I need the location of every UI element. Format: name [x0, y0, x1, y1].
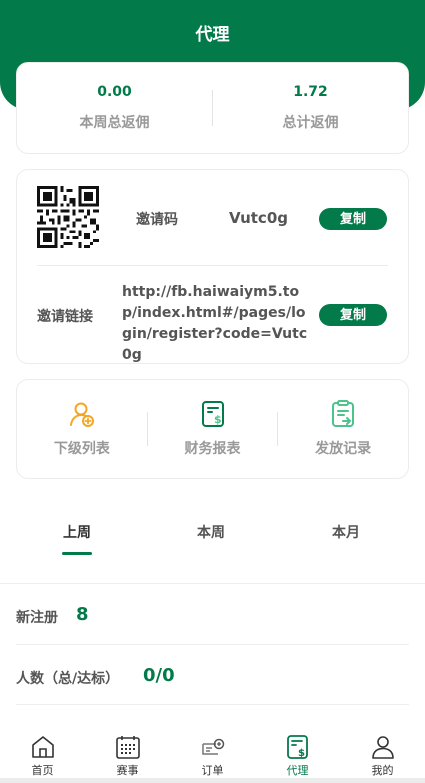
- menu-item-payout-records[interactable]: 发放记录: [278, 400, 408, 458]
- nav-label: 首页: [31, 764, 54, 777]
- user-add-icon: [69, 402, 94, 427]
- tab-label: 上周: [63, 525, 91, 541]
- invite-card: 邀请码 Vutc0g 复制 邀请链接 http://fb.haiwaiym5.t…: [16, 169, 409, 364]
- menu-item-subordinates[interactable]: 下级列表: [17, 400, 147, 458]
- divider: [0, 583, 425, 584]
- total-commission-label: 总计返佣: [282, 115, 339, 131]
- people-count-value: 0/0: [143, 665, 175, 686]
- svg-text:$: $: [298, 748, 305, 759]
- payout-record-icon: [332, 400, 355, 427]
- home-indicator: [0, 778, 425, 783]
- divider: [16, 644, 409, 645]
- order-icon: [201, 738, 224, 755]
- tab-last-week[interactable]: 上周: [47, 522, 107, 555]
- nav-item-mine[interactable]: 我的: [340, 724, 425, 783]
- nav-label: 订单: [201, 764, 224, 777]
- divider: [16, 704, 409, 705]
- menu-label: 下级列表: [53, 441, 110, 457]
- tab-label: 本月: [332, 525, 360, 541]
- active-tab-indicator: [62, 552, 92, 555]
- people-count-label: 人数（总/达标）: [16, 671, 120, 687]
- nav-item-orders[interactable]: 订单: [170, 724, 255, 783]
- nav-label: 代理: [286, 764, 309, 777]
- svg-text:$: $: [214, 413, 222, 426]
- tab-label: 本周: [197, 525, 225, 541]
- user-icon: [371, 736, 394, 759]
- nav-item-agent[interactable]: $ 代理: [255, 724, 340, 783]
- quick-menu-card: 下级列表 $ 财务报表 发放记录: [16, 379, 409, 479]
- finance-report-icon: $: [201, 401, 224, 427]
- weekly-commission-value: 0.00: [97, 84, 132, 100]
- invite-link-label: 邀请链接: [37, 309, 93, 325]
- tab-this-week[interactable]: 本周: [181, 522, 241, 542]
- menu-item-finance-report[interactable]: $ 财务报表: [148, 400, 278, 458]
- bottom-navigation: 首页 赛事 订单 $ 代理 我的: [0, 724, 425, 783]
- nav-item-home[interactable]: 首页: [0, 724, 85, 783]
- invite-code-value: Vutc0g: [229, 209, 288, 227]
- page-title: 代理: [195, 25, 230, 45]
- weekly-commission: 0.00 本周总返佣: [17, 84, 212, 132]
- nav-item-events[interactable]: 赛事: [85, 724, 170, 783]
- agent-icon: $: [286, 735, 308, 759]
- commission-stats-card: 0.00 本周总返佣 1.72 总计返佣: [16, 62, 409, 154]
- home-icon: [31, 736, 54, 758]
- menu-label: 财务报表: [184, 441, 241, 457]
- total-commission-value: 1.72: [293, 84, 328, 100]
- weekly-commission-label: 本周总返佣: [79, 115, 150, 131]
- new-register-label: 新注册: [16, 610, 58, 626]
- nav-label: 我的: [371, 764, 394, 777]
- total-commission: 1.72 总计返佣: [213, 84, 408, 132]
- divider: [37, 265, 388, 266]
- copy-invite-code-button[interactable]: 复制: [319, 208, 387, 230]
- calendar-icon: [115, 736, 140, 759]
- new-register-value: 8: [76, 604, 89, 625]
- menu-label: 发放记录: [315, 441, 372, 457]
- qr-code-icon: [37, 186, 99, 248]
- nav-label: 赛事: [116, 764, 139, 777]
- period-tabs: 上周 本周 本月: [0, 522, 425, 562]
- invite-code-label: 邀请码: [136, 212, 178, 228]
- copy-invite-link-button[interactable]: 复制: [319, 304, 387, 326]
- tab-this-month[interactable]: 本月: [316, 522, 376, 542]
- invite-link-value: http://fb.haiwaiym5.top/index.html#/page…: [122, 284, 308, 363]
